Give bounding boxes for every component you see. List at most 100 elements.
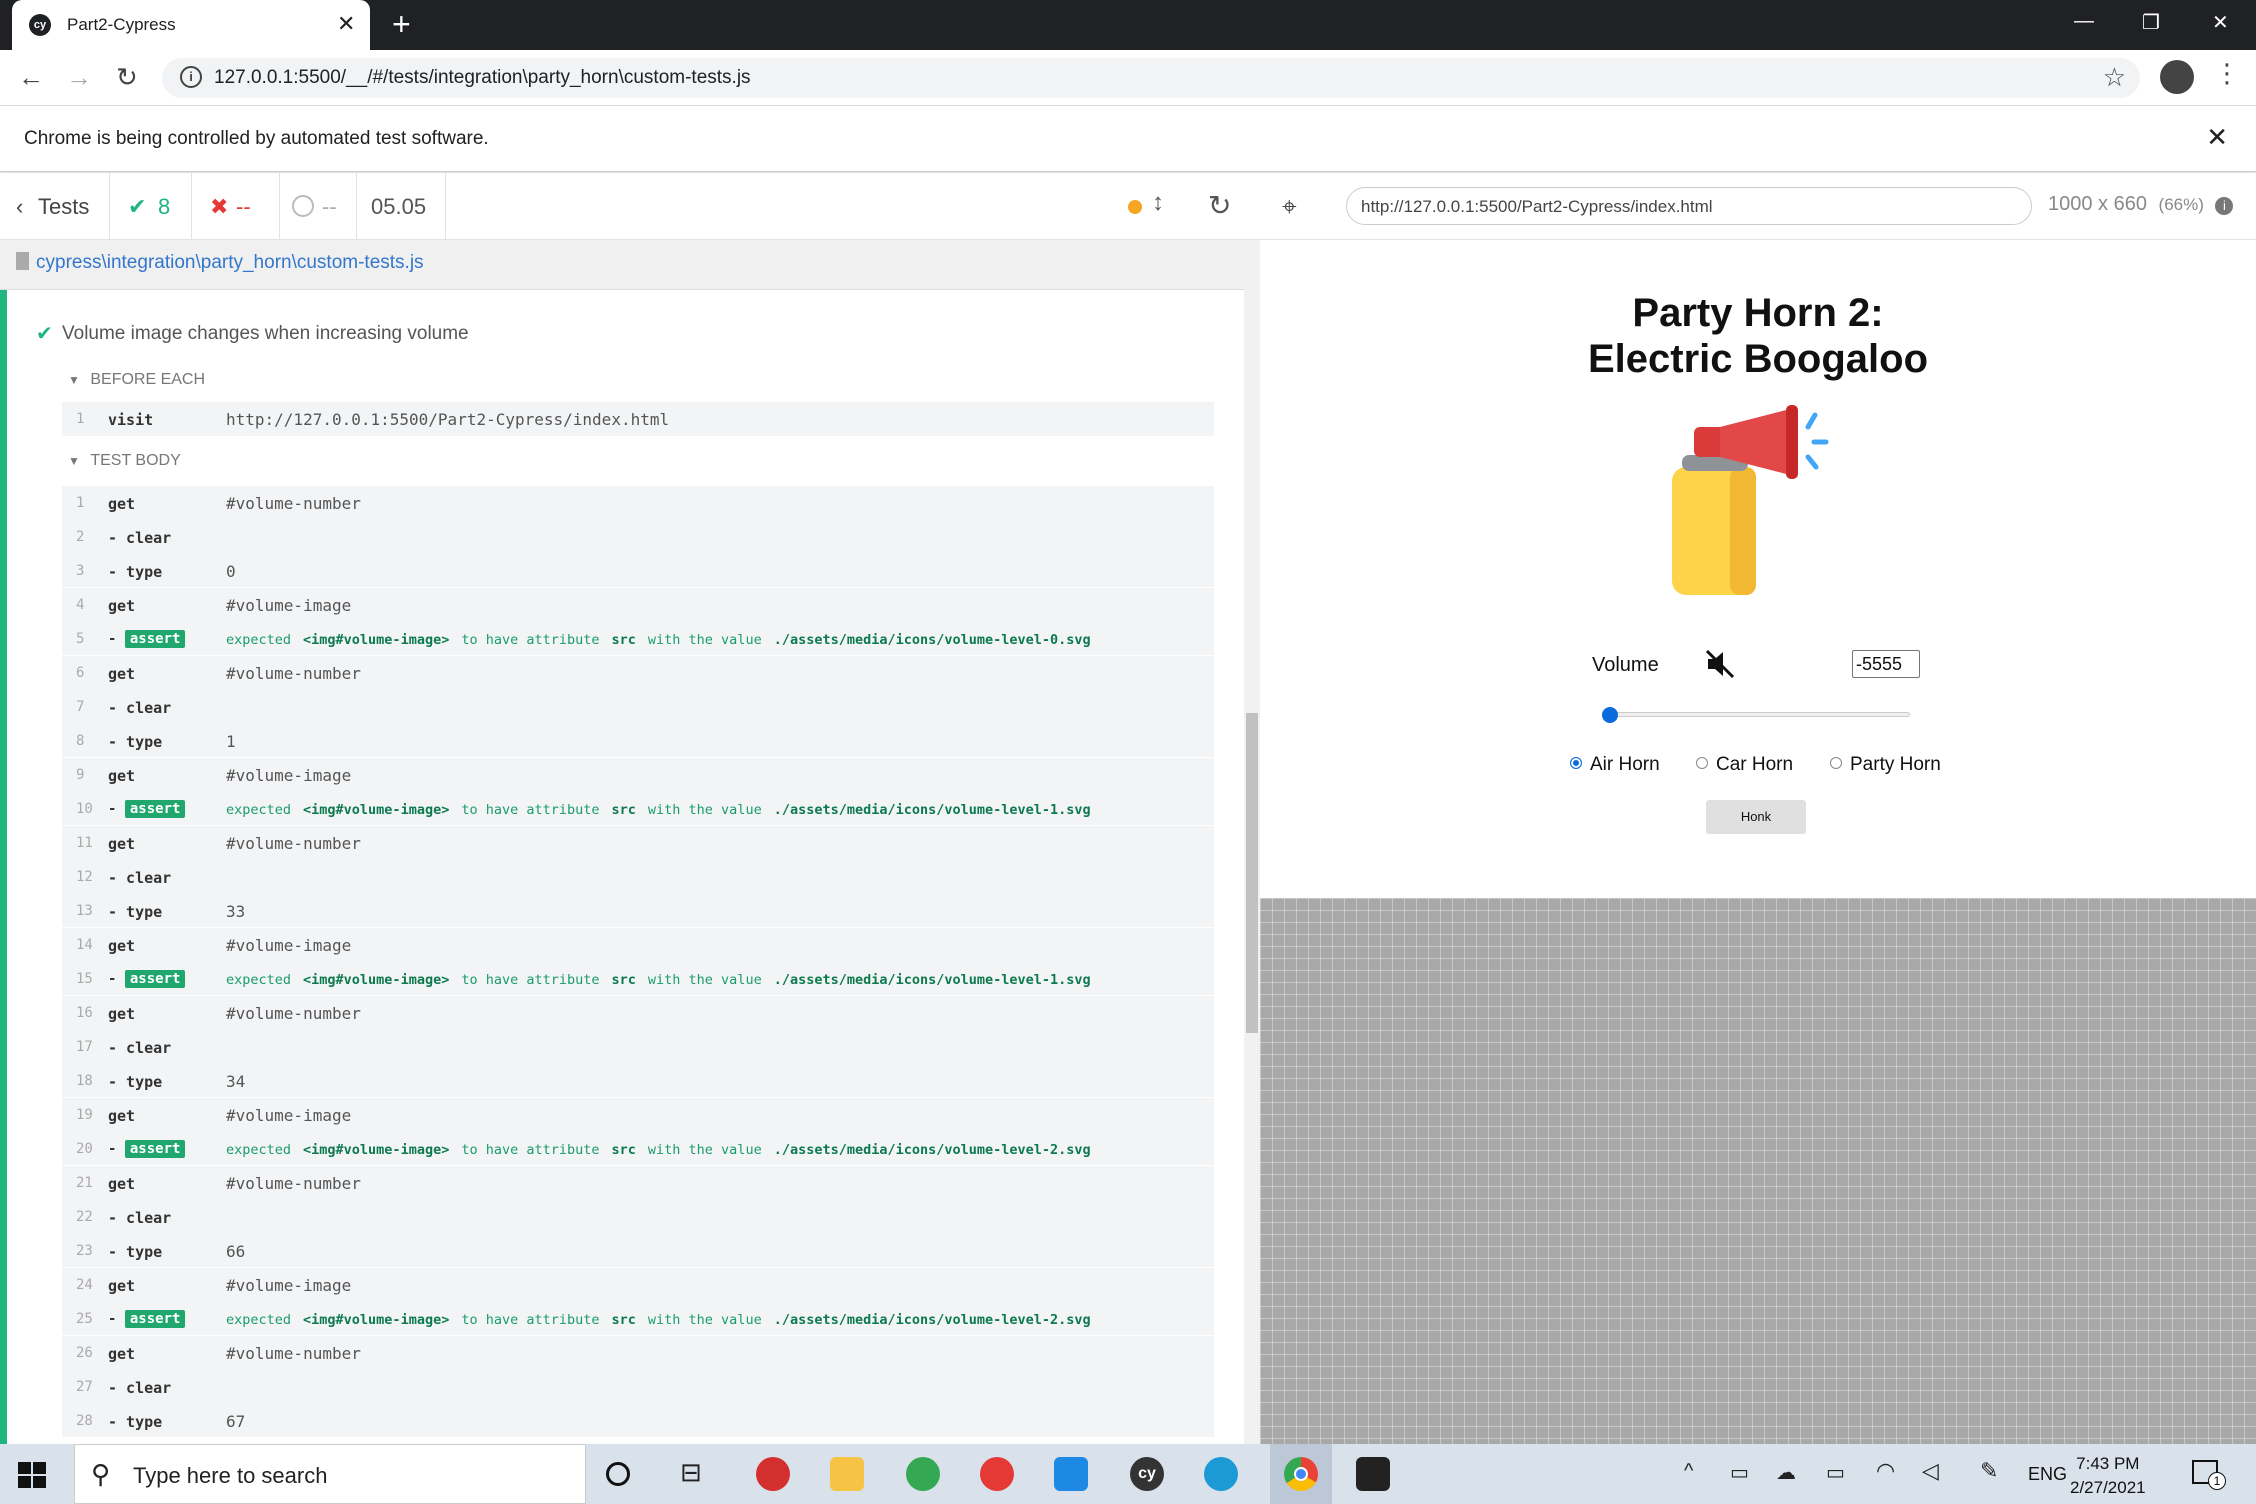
command-name: get [108, 1277, 136, 1295]
command-row[interactable]: 18 - type 34 [62, 1064, 1214, 1098]
command-row[interactable]: 3 - type 0 [62, 554, 1214, 588]
command-row[interactable]: 6 get #volume-number [62, 656, 1214, 690]
site-info-icon[interactable]: i [180, 66, 202, 88]
command-number: 28 [76, 1413, 93, 1429]
app-icon-red[interactable] [756, 1457, 790, 1491]
meet-now-icon[interactable]: ▭ [1730, 1460, 1749, 1485]
info-circle-icon[interactable]: i [2215, 197, 2234, 215]
radio-button[interactable] [1830, 756, 1842, 769]
command-row[interactable]: 1 visit http://127.0.0.1:5500/Part2-Cypr… [62, 402, 1214, 436]
tab-part2-cypress[interactable]: cy Part2-Cypress ✕ [12, 0, 370, 50]
task-view-icon[interactable]: ⊟ [680, 1457, 714, 1491]
honk-button[interactable]: Honk [1706, 800, 1806, 834]
onedrive-icon[interactable]: ☁ [1776, 1460, 1796, 1485]
command-row[interactable]: 21 get #volume-number [62, 1166, 1214, 1200]
clock[interactable]: 7:43 PM 2/27/2021 [2070, 1452, 2146, 1500]
pending-number: -- [322, 194, 337, 219]
show-hidden-icons[interactable]: ^ [1684, 1460, 1693, 1483]
volume-number-input[interactable]: -5555 [1852, 650, 1920, 678]
new-tab-icon[interactable]: + [392, 6, 411, 42]
command-row[interactable]: 20 - assert expected <img#volume-image> to h… [62, 1132, 1214, 1166]
selector-playground-icon[interactable]: ⌖ [1282, 191, 1297, 223]
radio-button[interactable] [1570, 756, 1582, 769]
before-each-header[interactable]: ▼ BEFORE EACH [68, 371, 205, 389]
command-row[interactable]: 9 get #volume-image [62, 758, 1214, 792]
command-row[interactable]: 15 - assert expected <img#volume-image> to h… [62, 962, 1214, 996]
horn-option-car-horn[interactable]: Car Horn [1696, 754, 1793, 776]
edge-icon[interactable] [1204, 1457, 1238, 1491]
command-row[interactable]: 8 - type 1 [62, 724, 1214, 758]
account-avatar-icon[interactable] [2160, 60, 2194, 94]
command-row[interactable]: 2 - clear [62, 520, 1214, 554]
close-infobar-icon[interactable]: ✕ [2206, 122, 2228, 153]
command-row[interactable]: 10 - assert expected <img#volume-image> to h… [62, 792, 1214, 826]
close-tab-icon[interactable]: ✕ [337, 11, 355, 37]
volume-icon[interactable]: ◁ [1922, 1458, 1939, 1484]
active-chrome-tab[interactable] [1270, 1444, 1332, 1504]
tab-title: Part2-Cypress [67, 15, 176, 34]
pen-icon[interactable]: ✎ [1980, 1458, 1998, 1484]
command-row[interactable]: 7 - clear [62, 690, 1214, 724]
menu-kebab-icon[interactable]: ⋮ [2214, 58, 2240, 89]
command-row[interactable]: 22 - clear [62, 1200, 1214, 1234]
spec-path-link[interactable]: cypress\integration\party_horn\custom-te… [36, 252, 424, 274]
wifi-icon[interactable]: ◠ [1876, 1458, 1895, 1484]
command-row[interactable]: 19 get #volume-image [62, 1098, 1214, 1132]
bookmark-star-icon[interactable]: ☆ [2103, 62, 2126, 93]
vscode-icon[interactable] [1054, 1457, 1088, 1491]
back-icon[interactable]: ← [18, 62, 44, 93]
volume-slider-thumb[interactable] [1602, 707, 1618, 723]
assert-badge: assert [124, 970, 186, 988]
address-url[interactable]: 127.0.0.1:5500/__/#/tests/integration\pa… [214, 67, 751, 89]
command-row[interactable]: 17 - clear [62, 1030, 1214, 1064]
command-row[interactable]: 23 - type 66 [62, 1234, 1214, 1268]
forward-icon[interactable]: → [66, 62, 92, 93]
reload-icon[interactable]: ↻ [116, 62, 138, 93]
minimize-icon[interactable]: — [2074, 10, 2094, 33]
language-indicator[interactable]: ENG [2028, 1464, 2067, 1485]
chrome-profile-icon[interactable] [906, 1457, 940, 1491]
scroll-toggle-icon[interactable]: ↕ [1152, 189, 1164, 217]
windows-start-icon[interactable] [18, 1462, 46, 1488]
command-row[interactable]: 16 get #volume-number [62, 996, 1214, 1030]
close-window-icon[interactable]: ✕ [2212, 10, 2229, 35]
command-row[interactable]: 26 get #volume-number [62, 1336, 1214, 1370]
cypress-app-icon[interactable]: cy [1130, 1457, 1164, 1491]
clock-time: 7:43 PM [2076, 1454, 2140, 1473]
taskbar-search[interactable]: ⚲ Type here to search [74, 1444, 586, 1504]
command-row[interactable]: 13 - type 33 [62, 894, 1214, 928]
rerun-icon[interactable]: ↻ [1208, 189, 1231, 222]
command-row[interactable]: 25 - assert expected <img#volume-image> to h… [62, 1302, 1214, 1336]
command-arg: #volume-number [226, 664, 361, 683]
command-arg: #volume-number [226, 1174, 361, 1193]
command-row[interactable]: 5 - assert expected <img#volume-image> to ha… [62, 622, 1214, 656]
command-name: - clear [108, 1379, 172, 1397]
command-number: 4 [76, 597, 85, 613]
cortana-icon[interactable] [606, 1462, 630, 1486]
address-bar[interactable]: i 127.0.0.1:5500/__/#/tests/integration\… [162, 58, 2140, 98]
reporter-scrollbar-thumb[interactable] [1246, 713, 1258, 1033]
battery-icon[interactable]: ▭ [1826, 1460, 1845, 1485]
command-arg: #volume-number [226, 1004, 361, 1023]
test-title[interactable]: Volume image changes when increasing vol… [62, 323, 469, 345]
command-row[interactable]: 28 - type 67 [62, 1404, 1214, 1438]
radio-button[interactable] [1696, 756, 1708, 769]
tests-back-button[interactable]: ‹ Tests [0, 173, 110, 240]
command-row[interactable]: 14 get #volume-image [62, 928, 1214, 962]
horn-option-party-horn[interactable]: Party Horn [1830, 754, 1941, 776]
command-row[interactable]: 4 get #volume-image [62, 588, 1214, 622]
command-row[interactable]: 24 get #volume-image [62, 1268, 1214, 1302]
command-row[interactable]: 12 - clear [62, 860, 1214, 894]
chrome-profile-2-icon[interactable] [980, 1457, 1014, 1491]
command-arg: 33 [226, 902, 246, 921]
test-body-header[interactable]: ▼ TEST BODY [68, 452, 181, 470]
restore-icon[interactable]: ❐ [2142, 10, 2160, 35]
horn-option-air-horn[interactable]: Air Horn [1570, 754, 1660, 776]
command-row[interactable]: 27 - clear [62, 1370, 1214, 1404]
volume-slider-track[interactable] [1610, 712, 1910, 717]
command-row[interactable]: 1 get #volume-number [62, 486, 1214, 520]
command-row[interactable]: 11 get #volume-number [62, 826, 1214, 860]
photos-icon[interactable] [1356, 1457, 1390, 1491]
file-explorer-icon[interactable] [830, 1457, 864, 1491]
notifications-icon[interactable]: 1 [2192, 1460, 2226, 1490]
